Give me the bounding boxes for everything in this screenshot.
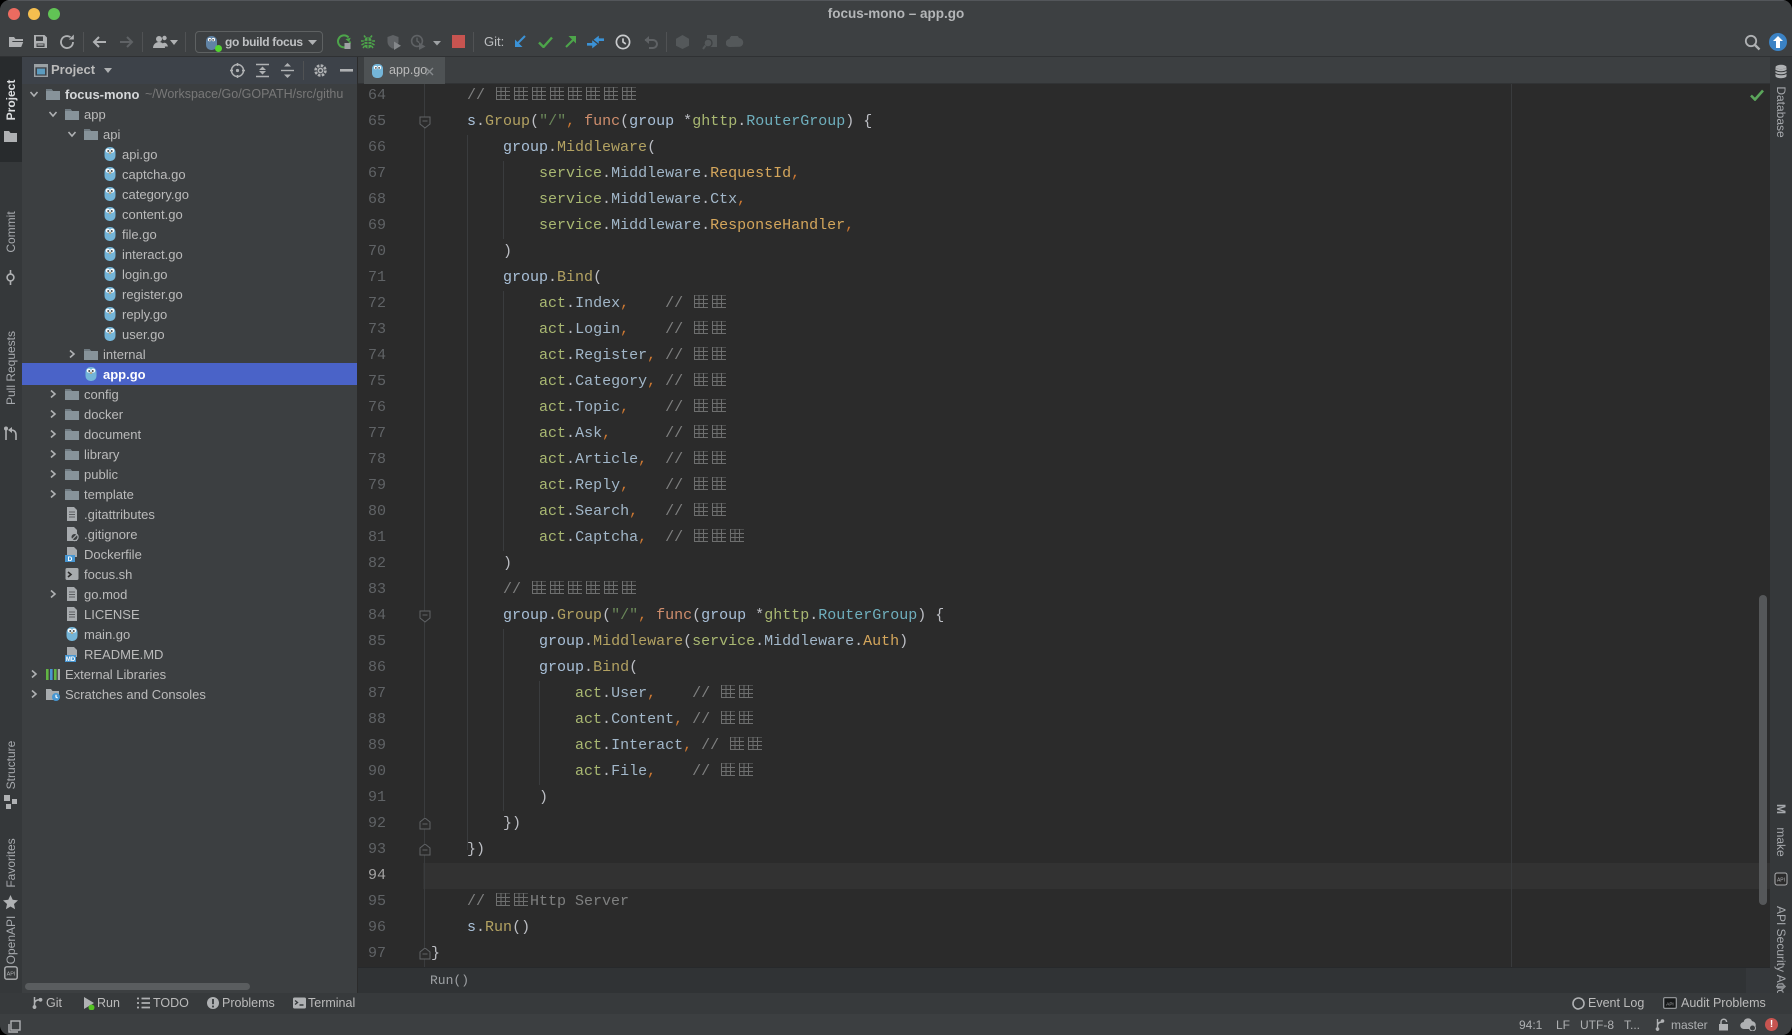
svg-text:API: API: [1666, 1002, 1673, 1007]
svg-text:MD: MD: [66, 657, 76, 662]
svg-text:API: API: [1777, 878, 1785, 884]
svg-text:API: API: [7, 972, 16, 978]
svg-text:D: D: [68, 556, 73, 562]
